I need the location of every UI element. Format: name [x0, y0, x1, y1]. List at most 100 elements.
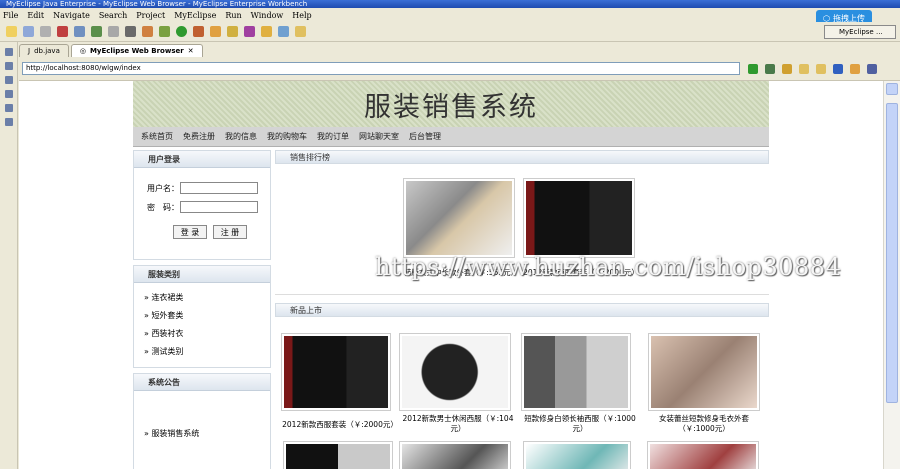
run-icon[interactable] — [176, 26, 187, 37]
login-button[interactable]: 登 录 — [173, 225, 207, 239]
product-name[interactable]: 2012新款男士休闲西服（￥:104元） — [399, 414, 517, 434]
external-tools-icon[interactable] — [193, 26, 204, 37]
hot-section-title: 销售排行榜 — [275, 150, 769, 164]
package-explorer-icon[interactable] — [5, 48, 13, 56]
stop-icon[interactable] — [833, 63, 843, 74]
menu-navigate[interactable]: Navigate — [53, 11, 90, 20]
editor-tabs: J db.java ◎ MyEclipse Web Browser ✕ — [19, 42, 900, 57]
left-trim — [0, 42, 18, 469]
close-icon[interactable]: ✕ — [188, 45, 194, 58]
category-item[interactable]: » 测试类别 — [144, 346, 270, 357]
nav-chatroom[interactable]: 网站聊天室 — [359, 131, 399, 142]
product-image[interactable] — [648, 333, 760, 411]
product-image[interactable] — [523, 178, 635, 258]
wizard-icon[interactable] — [142, 26, 153, 37]
tab-web-browser[interactable]: ◎ MyEclipse Web Browser ✕ — [70, 44, 203, 58]
forward-icon[interactable] — [295, 26, 306, 37]
notice-title: 系统公告 — [134, 374, 270, 391]
hierarchy-icon[interactable] — [5, 76, 13, 84]
menu-window[interactable]: Window — [251, 11, 284, 20]
menu-file[interactable]: File — [3, 11, 18, 20]
search-icon[interactable] — [244, 26, 255, 37]
tools-icon[interactable] — [782, 63, 792, 74]
browser-address-bar: http://localhost:8080/wlgw/index — [19, 57, 900, 81]
annotation-icon[interactable] — [261, 26, 272, 37]
vertical-scrollbar[interactable] — [883, 81, 900, 469]
menu-search[interactable]: Search — [99, 11, 127, 20]
menu-run[interactable]: Run — [225, 11, 241, 20]
nav-admin[interactable]: 后台管理 — [409, 131, 441, 142]
product-image[interactable] — [521, 333, 631, 411]
menu-project[interactable]: Project — [136, 11, 165, 20]
scroll-up-arrow[interactable] — [886, 83, 898, 95]
product-name[interactable]: 2012新款西服套装（￥:2000元） — [281, 420, 399, 430]
nav-my-info[interactable]: 我的信息 — [225, 131, 257, 142]
product-image[interactable] — [647, 441, 759, 469]
product-card[interactable]: 2012新款男士休闲西服（￥:104元） — [399, 333, 517, 434]
new-products: 2012新款西服套装（￥:2000元） 2012新款男士休闲西服（￥:104元）… — [275, 317, 769, 469]
main-toolbar — [0, 22, 900, 42]
problems-icon[interactable] — [5, 118, 13, 126]
product-name[interactable]: 短款修身白领长袖西服（￥:1000元） — [521, 414, 639, 434]
new-class-icon[interactable] — [210, 26, 221, 37]
new-icon[interactable] — [6, 26, 17, 37]
category-item[interactable]: » 短外套类 — [144, 310, 270, 321]
product-card[interactable]: 2012新款西服套装（￥:2000元） — [281, 333, 399, 430]
product-image[interactable] — [281, 333, 391, 411]
product-card[interactable]: 女装蕾丝短款修身毛衣外套（￥:1000元） — [643, 333, 765, 434]
product-image[interactable] — [403, 178, 515, 258]
product-image[interactable] — [283, 441, 393, 469]
nav-home[interactable]: 系统首页 — [141, 131, 173, 142]
forward-icon[interactable] — [816, 63, 826, 74]
myeclipse-icon[interactable] — [867, 63, 877, 74]
menu-help[interactable]: Help — [292, 11, 311, 20]
product-image[interactable] — [399, 333, 511, 411]
menu-edit[interactable]: Edit — [27, 11, 44, 20]
package-icon[interactable] — [57, 26, 68, 37]
product-image[interactable] — [523, 441, 631, 469]
back-icon[interactable] — [278, 26, 289, 37]
nav-orders[interactable]: 我的订单 — [317, 131, 349, 142]
nav-cart[interactable]: 我的购物车 — [267, 131, 307, 142]
servers-icon[interactable] — [5, 104, 13, 112]
scroll-thumb[interactable] — [886, 103, 898, 403]
username-input[interactable] — [180, 182, 258, 194]
register-button[interactable]: 注 册 — [213, 225, 247, 239]
site-nav: 系统首页 免费注册 我的信息 我的购物车 我的订单 网站聊天室 后台管理 — [133, 127, 769, 147]
password-row: 密 码： — [134, 201, 270, 213]
site-banner: 服装销售系统 — [133, 81, 769, 127]
debug-icon[interactable] — [159, 26, 170, 37]
console-icon[interactable] — [5, 90, 13, 98]
tab-db-java[interactable]: J db.java — [19, 44, 69, 57]
product-image[interactable] — [399, 441, 511, 469]
print-icon[interactable] — [40, 26, 51, 37]
nav-register[interactable]: 免费注册 — [183, 131, 215, 142]
save-icon[interactable] — [23, 26, 34, 37]
go-icon[interactable] — [748, 63, 758, 74]
category-item[interactable]: » 连衣裙类 — [144, 292, 270, 303]
product-name[interactable]: 女装蕾丝短款修身毛衣外套（￥:1000元） — [643, 414, 765, 434]
menu-bar: File Edit Navigate Search Project MyEcli… — [0, 8, 900, 22]
outline-icon[interactable] — [5, 62, 13, 70]
menu-myeclipse[interactable]: MyEclipse — [174, 11, 216, 20]
notice-item[interactable]: » 服装销售系统 — [134, 391, 270, 439]
settings-icon[interactable] — [765, 63, 775, 74]
url-input[interactable]: http://localhost:8080/wlgw/index — [22, 62, 740, 75]
password-label: 密 码： — [147, 202, 179, 212]
server-icon[interactable] — [74, 26, 85, 37]
main-content: 销售排行榜 韩版女式中长款外套（￥:555元） 2012新款西服套装（￥:200… — [275, 150, 769, 469]
java-file-icon: J — [28, 46, 31, 55]
window-title: MyEclipse Java Enterprise - MyEclipse We… — [0, 0, 900, 8]
open-type-icon[interactable] — [227, 26, 238, 37]
product-card[interactable]: 短款修身白领长袖西服（￥:1000元） — [521, 333, 639, 434]
link-icon[interactable] — [108, 26, 119, 37]
password-input[interactable] — [180, 201, 258, 213]
deploy-icon[interactable] — [91, 26, 102, 37]
category-item[interactable]: » 西装衬衣 — [144, 328, 270, 339]
perspective-switcher[interactable]: MyEclipse ... — [824, 25, 896, 39]
category-title: 服装类别 — [134, 266, 270, 283]
login-buttons: 登 录 注 册 — [134, 225, 270, 239]
refresh-icon[interactable] — [850, 63, 860, 74]
monitor-icon[interactable] — [125, 26, 136, 37]
back-icon[interactable] — [799, 63, 809, 74]
